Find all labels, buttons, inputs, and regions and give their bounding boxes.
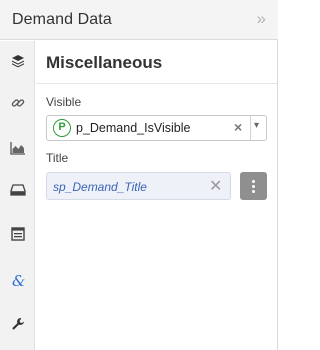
rail-item-chart[interactable]: [0, 130, 35, 166]
properties-content: Miscellaneous Visible P p_Demand_IsVisib…: [36, 41, 277, 350]
more-options-button[interactable]: [240, 172, 267, 200]
category-rail: &: [0, 41, 35, 350]
more-vertical-icon-dot: [252, 190, 255, 193]
visible-select-value: p_Demand_IsVisible: [76, 121, 191, 135]
title-input[interactable]: sp_Demand_Title ✕: [46, 172, 231, 200]
link-icon: [11, 99, 24, 107]
list-icon: [10, 227, 25, 241]
rail-item-ampersand[interactable]: &: [0, 263, 35, 299]
rail-item-layers[interactable]: [0, 43, 35, 79]
area-chart-icon: [9, 142, 25, 155]
panel-title: Demand Data: [12, 11, 112, 28]
section-divider: [36, 83, 277, 84]
title-label: Title: [46, 151, 69, 165]
rail-item-wrench[interactable]: [0, 306, 35, 342]
visible-select[interactable]: P p_Demand_IsVisible × ▾: [46, 115, 267, 141]
parameter-badge-icon: P: [53, 119, 71, 137]
chevron-down-icon[interactable]: ▾: [254, 120, 259, 131]
layers-icon: [11, 55, 24, 68]
properties-panel: Demand Data » & Miscellaneous Visible P …: [0, 0, 278, 350]
rail-item-link[interactable]: [0, 85, 35, 121]
more-vertical-icon-dot: [252, 185, 255, 188]
title-clear-button[interactable]: ✕: [209, 176, 222, 196]
ampersand-icon: &: [12, 273, 25, 289]
select-separator: [250, 116, 251, 140]
title-input-value: sp_Demand_Title: [53, 180, 147, 194]
tray-icon: [9, 184, 26, 196]
more-vertical-icon: [252, 180, 255, 183]
section-title: Miscellaneous: [46, 53, 163, 72]
rail-item-tray[interactable]: [0, 172, 35, 208]
svg-text:&: &: [12, 273, 25, 289]
rail-item-list[interactable]: [0, 216, 35, 252]
visible-clear-button[interactable]: ×: [234, 119, 242, 135]
visible-label: Visible: [46, 95, 82, 109]
wrench-icon: [11, 318, 24, 330]
panel-header: Demand Data »: [0, 0, 278, 40]
collapse-panel-button[interactable]: »: [257, 9, 266, 29]
